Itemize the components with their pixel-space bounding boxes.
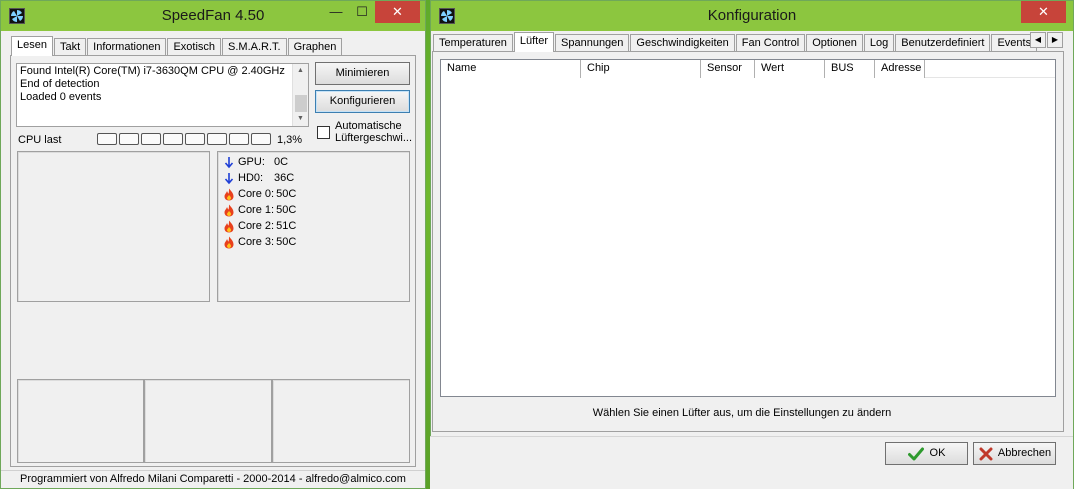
column-header-chip[interactable]: Chip <box>581 60 701 78</box>
cancel-button-label: Abbrechen <box>997 447 1052 459</box>
tab-fan-control[interactable]: Fan Control <box>735 34 806 52</box>
tab-geschwindigkeiten[interactable]: Geschwindigkeiten <box>630 34 735 52</box>
column-header-name[interactable]: Name <box>441 60 581 78</box>
sensor-name: HD0: <box>238 172 264 184</box>
cpu-usage-label: CPU last <box>18 134 62 146</box>
tab-scroll-right-icon[interactable]: ▶ <box>1047 32 1063 48</box>
ok-button-label: OK <box>929 447 946 459</box>
sensor-row-core2: Core 2: 51C <box>223 218 296 234</box>
arrow-down-icon <box>223 156 235 169</box>
tab-optionen[interactable]: Optionen <box>806 34 863 52</box>
close-icon[interactable]: ✕ <box>1021 1 1066 23</box>
cancel-button[interactable]: Abbrechen <box>973 442 1056 465</box>
tab-spannungen[interactable]: Spannungen <box>555 34 630 52</box>
scroll-up-icon[interactable]: ▲ <box>293 64 308 78</box>
tab-temperaturen[interactable]: Temperaturen <box>433 34 513 52</box>
voltage-panel-1 <box>17 379 144 463</box>
meter-segment <box>97 133 117 145</box>
tab-graphen[interactable]: Graphen <box>287 38 343 56</box>
meter-segment <box>185 133 205 145</box>
sensor-name: Core 2: <box>238 220 275 232</box>
meter-segment <box>119 133 139 145</box>
tab-informationen[interactable]: Informationen <box>87 38 167 56</box>
configure-button[interactable]: Konfigurieren <box>315 90 410 113</box>
sensor-value: 51C <box>276 220 297 232</box>
temperature-panel: GPU: 0C HD0: 36C Core 0: 50C Core 1: 50C… <box>217 151 410 302</box>
sensor-value: 36C <box>274 172 295 184</box>
flame-icon <box>223 188 235 201</box>
sensor-value: 50C <box>276 204 297 216</box>
sensor-name: GPU: <box>238 156 265 168</box>
arrow-down-icon <box>223 172 235 185</box>
tab-lesen[interactable]: Lesen <box>11 36 53 56</box>
auto-fan-speed-label-line-2: Lüftergeschwi... <box>335 132 413 144</box>
cpu-usage-meter <box>97 133 273 145</box>
voltage-panel-3 <box>272 379 410 463</box>
scroll-down-icon[interactable]: ▼ <box>293 112 308 126</box>
meter-segment <box>207 133 227 145</box>
speedfan-titlebar[interactable]: SpeedFan 4.50 — ☐ ✕ <box>1 1 425 31</box>
status-bar: Programmiert von Alfredo Milani Comparet… <box>1 470 425 488</box>
tab-luefter[interactable]: Lüfter <box>513 32 555 52</box>
tab-smart[interactable]: S.M.A.R.T. <box>222 38 287 56</box>
fan-selection-hint: Wählen Sie einen Lüfter aus, um die Eins… <box>592 407 892 419</box>
log-scrollbar[interactable]: ▲ ▼ <box>292 64 308 126</box>
sensor-value: 50C <box>276 188 297 200</box>
tab-exotisch[interactable]: Exotisch <box>167 38 222 56</box>
tab-scroll-left-icon[interactable]: ◀ <box>1030 32 1046 48</box>
log-line: End of detection <box>20 78 100 90</box>
sensor-row-gpu: GPU: 0C <box>223 154 288 170</box>
auto-fan-speed-label[interactable]: Automatische Lüftergeschwi... <box>335 120 412 144</box>
sensor-row-core1: Core 1: 50C <box>223 202 296 218</box>
sensor-name: Core 1: <box>238 204 275 216</box>
column-header-bus[interactable]: BUS <box>825 60 875 78</box>
configuration-tab-bar: Temperaturen Lüfter Spannungen Geschwind… <box>433 32 1038 52</box>
fan-speeds-panel <box>17 151 210 302</box>
event-log[interactable]: Found Intel(R) Core(TM) i7-3630QM CPU @ … <box>16 63 309 127</box>
cpu-usage-percent: 1,3% <box>277 134 303 146</box>
log-line: Loaded 0 events <box>20 91 102 103</box>
column-header-sensor[interactable]: Sensor <box>701 60 755 78</box>
scroll-thumb[interactable] <box>295 95 307 112</box>
speedfan-window: SpeedFan 4.50 — ☐ ✕ Lesen Takt Informati… <box>0 0 426 489</box>
tab-log[interactable]: Log <box>863 34 895 52</box>
flame-icon <box>223 236 235 249</box>
sensor-value: 50C <box>276 236 297 248</box>
sensor-row-core0: Core 0: 50C <box>223 186 296 202</box>
meter-segment <box>251 133 271 145</box>
minimize-button[interactable]: Minimieren <box>315 62 410 85</box>
close-icon[interactable]: ✕ <box>375 1 420 23</box>
checkmark-icon <box>907 447 924 461</box>
sensor-value: 0C <box>274 156 289 168</box>
configuration-titlebar[interactable]: Konfiguration ✕ <box>431 1 1073 31</box>
flame-icon <box>223 204 235 217</box>
auto-fan-speed-label-line-1: Automatische <box>335 120 402 132</box>
sensor-row-core3: Core 3: 50C <box>223 234 296 250</box>
sensor-name: Core 3: <box>238 236 275 248</box>
x-mark-icon <box>978 447 994 461</box>
column-header-wert[interactable]: Wert <box>755 60 825 78</box>
configuration-title: Konfiguration <box>707 7 797 24</box>
minimize-icon[interactable]: — <box>323 1 349 23</box>
log-line: Found Intel(R) Core(TM) i7-3630QM CPU @ … <box>20 65 285 77</box>
sensor-row-hd0: HD0: 36C <box>223 170 294 186</box>
sensor-name: Core 0: <box>238 188 275 200</box>
flame-icon <box>223 220 235 233</box>
tab-takt[interactable]: Takt <box>53 38 87 56</box>
voltage-panel-2 <box>144 379 272 463</box>
fan-list[interactable]: Name Chip Sensor Wert BUS Adresse <box>440 59 1056 397</box>
maximize-icon[interactable]: ☐ <box>349 1 375 23</box>
ok-button[interactable]: OK <box>885 442 968 465</box>
speedfan-tab-bar: Lesen Takt Informationen Exotisch S.M.A.… <box>11 36 343 56</box>
column-header-adresse[interactable]: Adresse <box>875 60 925 78</box>
auto-fan-speed-checkbox[interactable] <box>317 126 330 139</box>
meter-segment <box>163 133 183 145</box>
meter-segment <box>141 133 161 145</box>
fan-list-header: Name Chip Sensor Wert BUS Adresse <box>441 60 1055 78</box>
meter-segment <box>229 133 249 145</box>
tab-benutzerdefiniert[interactable]: Benutzerdefiniert <box>895 34 991 52</box>
